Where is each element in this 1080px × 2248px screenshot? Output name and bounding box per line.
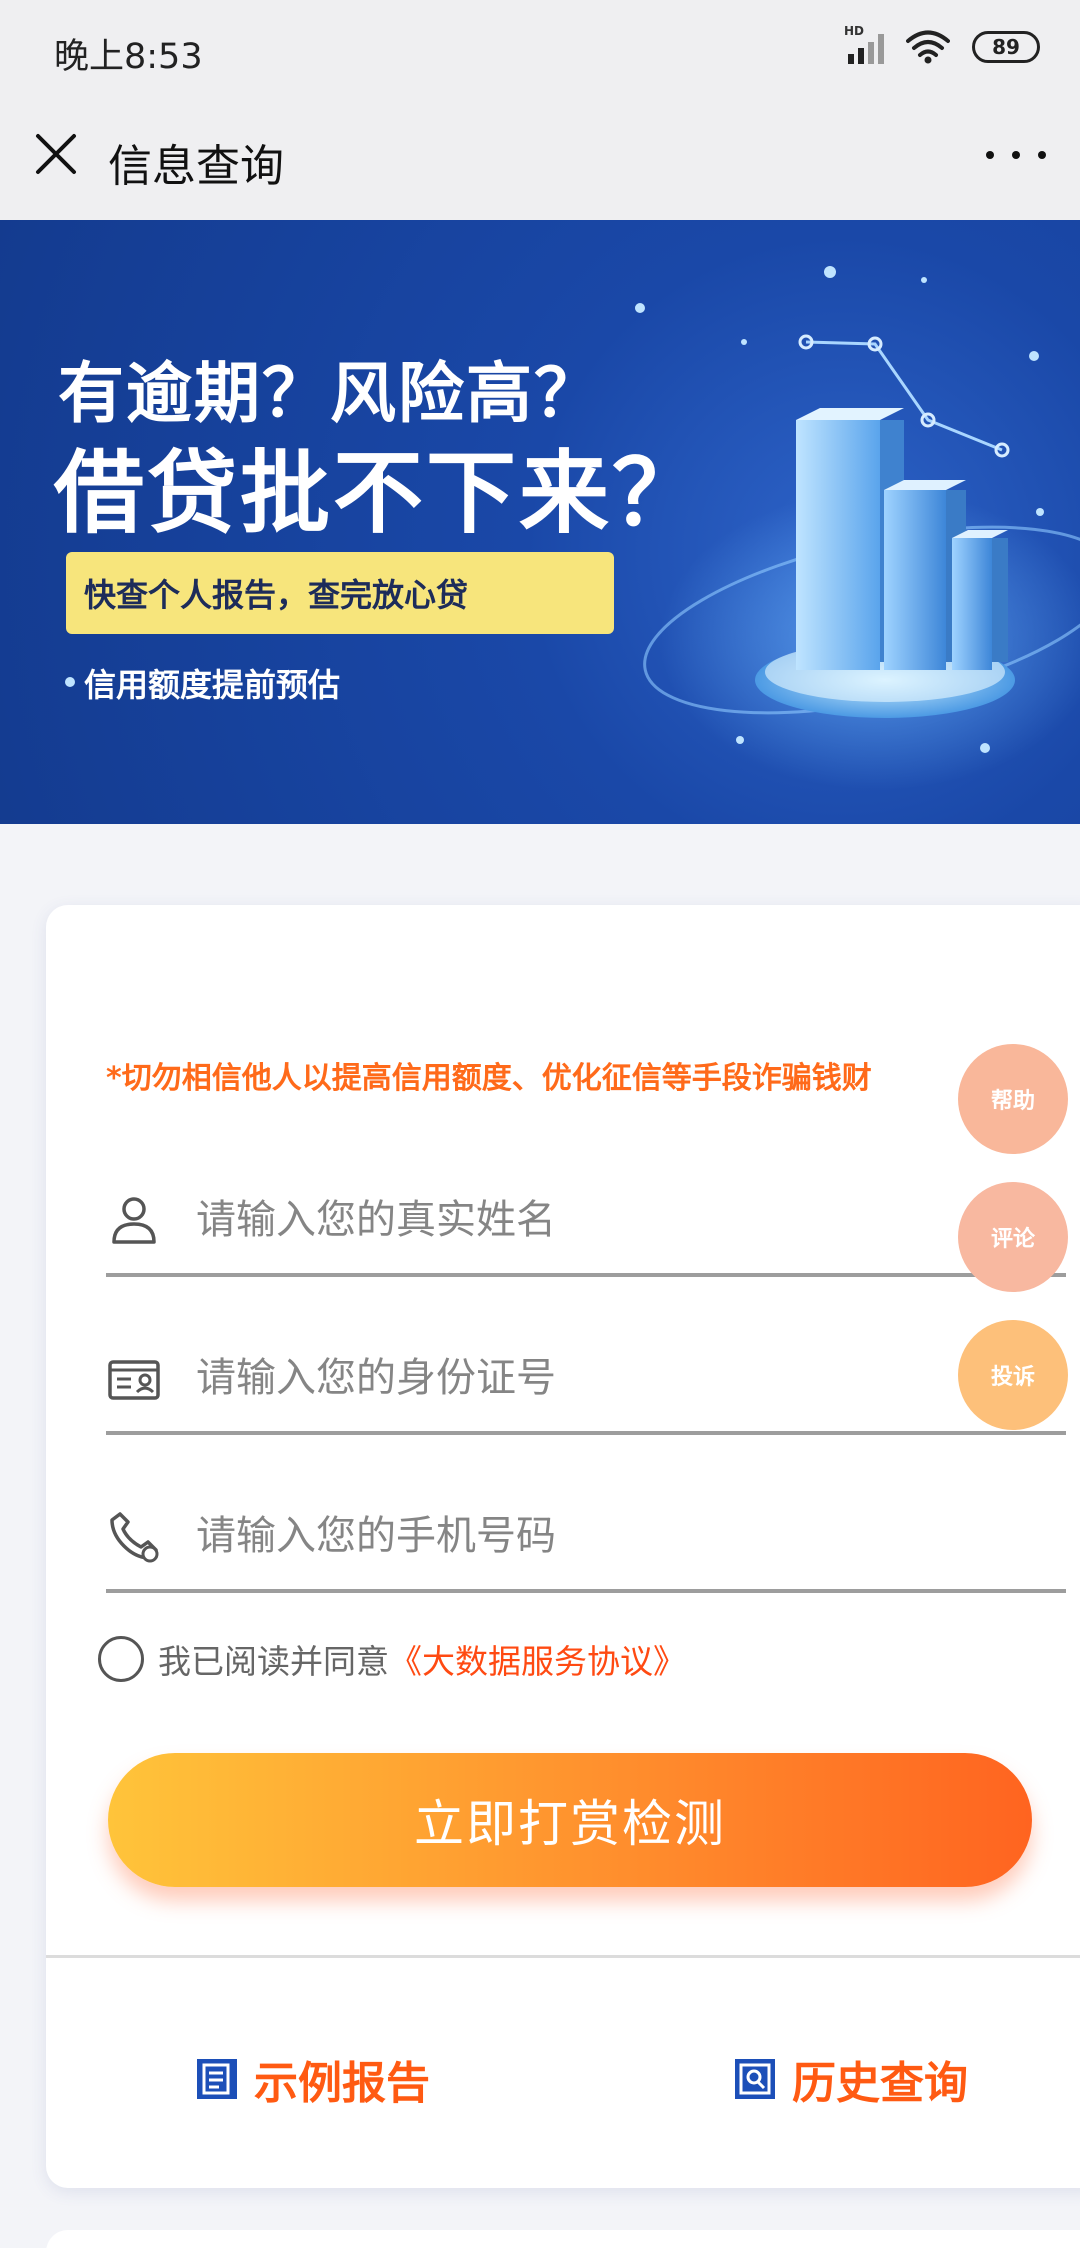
cellular-signal-icon: HD (844, 24, 884, 64)
status-bar: 晚上8:53 HD 89 (0, 0, 1080, 100)
battery-icon: 89 (972, 31, 1040, 63)
history-query-button[interactable]: 历史查询 (732, 2047, 968, 2111)
name-input[interactable] (196, 1197, 956, 1243)
title-bar: 信息查询 (0, 100, 1080, 220)
complaint-button[interactable]: 投诉 (958, 1320, 1068, 1430)
phone-icon (110, 1512, 159, 1563)
page-title: 信息查询 (108, 141, 284, 192)
phone-input[interactable] (196, 1513, 956, 1559)
history-search-icon (735, 2059, 775, 2099)
sample-report-label: 示例报告 (254, 2058, 430, 2109)
fraud-warning: *切勿相信他人以提高信用额度、优化征信等手段诈骗钱财 (106, 1061, 872, 1096)
history-query-label: 历史查询 (792, 2058, 968, 2109)
agreement-row: 我已阅读并同意 《大数据服务协议》 (98, 1635, 686, 1683)
divider (46, 1955, 1080, 1958)
next-card (46, 2230, 1080, 2248)
help-button[interactable]: 帮助 (958, 1044, 1068, 1154)
name-field[interactable] (106, 1167, 1066, 1277)
report-icon (197, 2059, 237, 2099)
banner-tag: 快查个人报告，查完放心贷 (66, 552, 614, 634)
id-card-icon (108, 1360, 160, 1400)
network-type-label: HD (844, 24, 865, 38)
more-dot-icon (1012, 151, 1020, 159)
id-number-input[interactable] (196, 1355, 956, 1401)
comment-button[interactable]: 评论 (958, 1182, 1068, 1292)
user-icon (112, 1197, 156, 1244)
status-icons: HD 89 (844, 24, 1040, 64)
phone-field[interactable] (106, 1483, 1066, 1593)
submit-button[interactable]: 立即打赏检测 (108, 1753, 1032, 1887)
banner-headline-2: 借贷批不下来？ (54, 441, 705, 546)
more-dot-icon (1038, 151, 1046, 159)
sample-report-button[interactable]: 示例报告 (194, 2047, 430, 2111)
status-time: 晚上8:53 (54, 37, 203, 77)
agreement-radio[interactable] (98, 1636, 144, 1682)
close-icon[interactable] (32, 130, 82, 180)
query-form-card: *切勿相信他人以提高信用额度、优化征信等手段诈骗钱财 我已阅读并同意 《大数据服… (46, 905, 1080, 2188)
agreement-text: 我已阅读并同意 (158, 1642, 389, 1681)
service-agreement-link[interactable]: 《大数据服务协议》 (389, 1635, 686, 1683)
wifi-icon (906, 30, 950, 64)
id-number-field[interactable] (106, 1325, 1066, 1435)
promo-banner[interactable]: 有逾期？风险高？ 借贷批不下来？ 快查个人报告，查完放心贷 信用额度提前预估 (0, 220, 1080, 824)
more-dot-icon (986, 151, 994, 159)
banner-subtitle: 信用额度提前预估 (84, 666, 341, 704)
more-options-button[interactable] (986, 140, 1046, 170)
